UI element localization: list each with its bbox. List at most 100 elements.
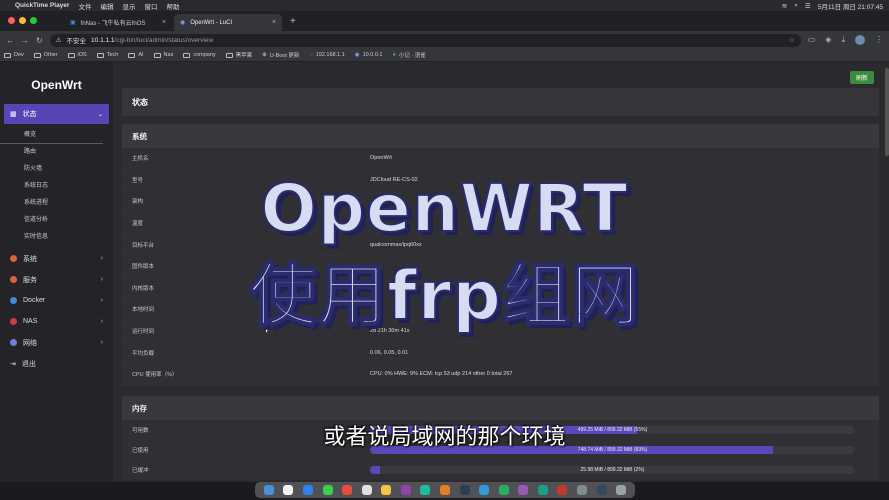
bookmark-company[interactable]: company bbox=[183, 52, 216, 58]
menu-icon[interactable]: ⋮ bbox=[875, 35, 883, 45]
appstore-icon[interactable] bbox=[479, 485, 490, 495]
facetime-icon[interactable] bbox=[420, 485, 431, 495]
wechat-icon[interactable] bbox=[498, 485, 509, 495]
menu-help[interactable]: 帮助 bbox=[166, 1, 179, 11]
app-name[interactable]: QuickTime Player bbox=[15, 2, 69, 9]
tab-openwrt[interactable]: ◉ OpenWrt - LuCI × bbox=[174, 14, 282, 31]
folder-icon bbox=[183, 52, 191, 58]
bookmarks-bar: Dev Other iOS Tech AI Nas company 黑苹果 ⊕ U… bbox=[0, 49, 889, 62]
tab-fnnas[interactable]: ▣ fnNas - 飞牛私有云fnOS × bbox=[64, 14, 172, 31]
podcasts-icon[interactable] bbox=[400, 485, 411, 495]
new-tab-icon[interactable]: + bbox=[290, 16, 296, 27]
menu-window[interactable]: 窗口 bbox=[144, 1, 157, 11]
forward-icon[interactable]: → bbox=[21, 36, 29, 45]
bookmark-label: 192.168.1.1 bbox=[315, 52, 345, 58]
bookmark-10-0-0-1[interactable]: ◉ 10.0.0.1 bbox=[355, 52, 383, 58]
menu-view[interactable]: 显示 bbox=[122, 1, 135, 11]
bookmark-uboot[interactable]: ⊕ U-Boot 更新 bbox=[262, 51, 299, 59]
menu-file[interactable]: 文件 bbox=[78, 1, 91, 11]
row-key: CPU 使用率（%） bbox=[132, 372, 178, 379]
sidebar-item-label: 退出 bbox=[21, 360, 36, 368]
overlay-title-line1: OpenWRT bbox=[260, 169, 629, 248]
close-tab-icon[interactable]: × bbox=[162, 19, 166, 26]
address-bar[interactable]: ⚠ 不安全 10.1.1.1/cgi-bin/luci/admin/status… bbox=[49, 33, 801, 47]
row-value: CPU: 0% HWE: 9% ECM: tcp 53 udp 214 othe… bbox=[370, 371, 513, 378]
url-path: /cgi-bin/luci/admin/status/overview bbox=[114, 36, 214, 44]
bookmark-hackintosh[interactable]: 黑苹果 bbox=[225, 51, 252, 59]
reload-icon[interactable]: ↻ bbox=[36, 36, 43, 45]
sidebar-item-status[interactable]: ▦ 状态 ⌄ bbox=[4, 104, 109, 124]
tab-label: OpenWrt - LuCI bbox=[190, 19, 233, 26]
chevron-down-icon: ⌄ bbox=[97, 111, 103, 118]
bookmark-label: Tech bbox=[106, 52, 119, 58]
vscode-icon[interactable] bbox=[518, 485, 529, 495]
bookmark-nas[interactable]: Nas bbox=[153, 52, 173, 58]
table-row: 平均负载 0.06, 0.05, 0.01 bbox=[122, 342, 879, 364]
folder-icon bbox=[225, 52, 233, 58]
dashboard-icon: ▦ bbox=[10, 111, 17, 118]
bookmark-ios[interactable]: iOS bbox=[67, 52, 87, 58]
minimize-window-button[interactable] bbox=[19, 17, 26, 24]
bookmark-star-icon[interactable]: ☆ bbox=[789, 36, 795, 44]
scrollbar-thumb[interactable] bbox=[885, 68, 889, 156]
finder-icon[interactable] bbox=[263, 485, 274, 495]
sidebar-item-logout[interactable]: ⇥ 退出 bbox=[0, 353, 113, 374]
calendar-icon[interactable] bbox=[361, 485, 372, 495]
loading-icon: ◌ bbox=[309, 52, 313, 58]
bookmark-label: iOS bbox=[77, 52, 87, 58]
clock[interactable]: 5月11日 周日 21:07:45 bbox=[818, 1, 883, 11]
table-row: CPU 使用率（%） CPU: 0% HWE: 9% ECM: tcp 53 ud… bbox=[122, 364, 879, 386]
openwrt-icon: ◉ bbox=[354, 52, 360, 58]
safari-icon[interactable] bbox=[302, 485, 313, 495]
overlay-title-line2: 使用frp组网 bbox=[248, 256, 640, 337]
chrome-icon[interactable] bbox=[537, 485, 548, 495]
settings-icon[interactable] bbox=[577, 485, 588, 495]
url-text: 10.1.1.1/cgi-bin/luci/admin/status/overv… bbox=[91, 37, 213, 44]
extension-icon[interactable]: ◈ bbox=[825, 35, 831, 45]
logout-icon: ⇥ bbox=[10, 360, 16, 368]
messages-icon[interactable] bbox=[322, 485, 333, 495]
close-window-button[interactable] bbox=[8, 17, 15, 24]
close-tab-icon[interactable]: × bbox=[272, 19, 276, 26]
openwrt-logo[interactable]: OpenWrt bbox=[0, 62, 113, 104]
quicktime-icon[interactable] bbox=[596, 485, 607, 495]
sidebar-item-label: 状态 bbox=[22, 111, 37, 118]
section-title-memory: 内存 bbox=[122, 396, 879, 420]
bookmark-label: 小记 · 语雀 bbox=[398, 53, 426, 59]
folder-icon bbox=[67, 52, 75, 58]
bookmark-ai[interactable]: AI bbox=[128, 52, 144, 58]
network-icon bbox=[10, 339, 17, 346]
search-icon[interactable]: ⌕ bbox=[794, 2, 798, 10]
mail-icon[interactable] bbox=[342, 485, 353, 495]
macos-menubar: QuickTime Player 文件 编辑 显示 窗口 帮助 ≋ ⌕ ☰ 5月… bbox=[0, 0, 889, 11]
screenshot-icon[interactable]: ▭ bbox=[808, 35, 816, 45]
row-key: 已缓冲 bbox=[132, 468, 149, 474]
browser-tabbar: ▣ fnNas - 飞牛私有云fnOS × ◉ OpenWrt - LuCI ×… bbox=[0, 11, 889, 31]
trash-icon[interactable] bbox=[616, 485, 627, 495]
sidebar-item-label: 网络 bbox=[23, 339, 37, 347]
profile-avatar[interactable] bbox=[855, 35, 865, 45]
control-center-icon[interactable]: ☰ bbox=[805, 2, 811, 10]
books-icon[interactable] bbox=[439, 485, 450, 495]
address-toolbar: ← → ↻ ⚠ 不安全 10.1.1.1/cgi-bin/luci/admin/… bbox=[0, 31, 889, 49]
notes-icon[interactable] bbox=[381, 485, 392, 495]
refresh-button[interactable]: 刷新 bbox=[849, 71, 874, 84]
launchpad-icon[interactable] bbox=[283, 485, 294, 495]
menu-edit[interactable]: 编辑 bbox=[100, 1, 113, 11]
progress-text: 25.98 MiB / 899.32 MiB (2%) bbox=[580, 467, 645, 473]
bookmark-yuque[interactable]: ● 小记 · 语雀 bbox=[392, 51, 425, 59]
bookmark-tech[interactable]: Tech bbox=[96, 52, 119, 58]
download-icon[interactable]: ⤓ bbox=[841, 35, 845, 45]
music-icon[interactable] bbox=[557, 485, 568, 495]
bookmark-other[interactable]: Other bbox=[33, 52, 58, 58]
wifi-icon[interactable]: ≋ bbox=[782, 2, 787, 10]
subitem-overview[interactable]: 概览 bbox=[0, 127, 103, 144]
terminal-icon[interactable] bbox=[459, 485, 470, 495]
memory-progress-bar: 25.98 MiB / 899.32 MiB (2%) bbox=[370, 466, 855, 474]
back-icon[interactable]: ← bbox=[6, 36, 14, 45]
globe-icon: ⊕ bbox=[262, 52, 267, 58]
bookmark-dev[interactable]: Dev bbox=[4, 52, 24, 58]
zoom-window-button[interactable] bbox=[30, 17, 37, 24]
subitem-routes[interactable]: 路由 bbox=[0, 144, 113, 161]
bookmark-192-168-1-1[interactable]: ◌ 192.168.1.1 bbox=[309, 52, 344, 58]
